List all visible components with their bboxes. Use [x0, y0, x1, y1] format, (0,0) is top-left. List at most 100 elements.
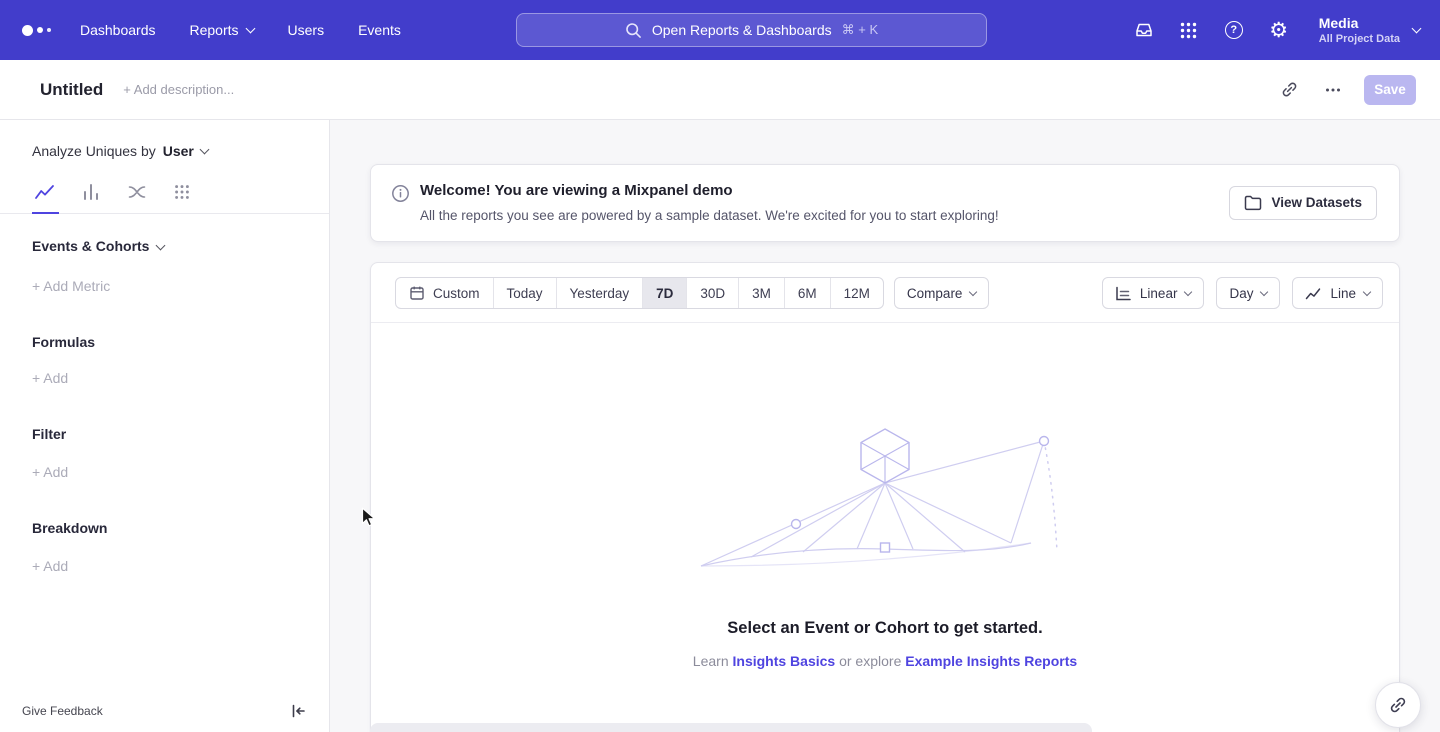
global-search[interactable]: Open Reports & Dashboards ⌘ + K [516, 13, 987, 47]
chevron-down-icon [1260, 288, 1268, 296]
collapse-sidebar-icon[interactable] [289, 702, 307, 720]
settings-gear-icon[interactable]: ⚙ [1268, 19, 1290, 41]
tab-line-chart-icon[interactable] [34, 182, 55, 202]
main-content: Welcome! You are viewing a Mixpanel demo… [330, 120, 1440, 732]
range-label: 6M [798, 286, 817, 301]
tab-bar-chart-icon[interactable] [81, 182, 101, 202]
compare-button[interactable]: Compare [894, 277, 990, 309]
empty-state: Select an Event or Cohort to get started… [371, 323, 1399, 669]
gear-glyph: ⚙ [1269, 20, 1288, 41]
folder-icon [1244, 195, 1262, 211]
range-label: 30D [700, 286, 725, 301]
chevron-down-icon [156, 240, 166, 250]
add-formula-button[interactable]: + Add [32, 370, 68, 386]
filter-section: Filter [32, 426, 329, 442]
nav-label: Events [358, 22, 401, 38]
nav-dashboards[interactable]: Dashboards [80, 22, 156, 38]
view-datasets-label: View Datasets [1271, 195, 1362, 210]
chevron-down-icon [969, 288, 977, 296]
project-scope: All Project Data [1319, 32, 1400, 46]
analyze-row: Analyze Uniques by User [32, 143, 329, 159]
tab-grid-icon[interactable] [173, 183, 191, 201]
report-title[interactable]: Untitled [40, 80, 103, 100]
events-cohorts-section[interactable]: Events & Cohorts [32, 238, 329, 254]
header-actions: Save [1276, 75, 1416, 105]
tabs-divider [0, 213, 329, 214]
primary-nav: Dashboards Reports Users Events [80, 22, 401, 38]
project-name: Media [1319, 15, 1400, 32]
empty-state-illustration [695, 425, 1075, 577]
banner-body: All the reports you see are powered by a… [420, 206, 999, 225]
query-builder-sidebar: Analyze Uniques by User Events & Cohorts… [0, 120, 330, 732]
chevron-down-icon [1184, 288, 1192, 296]
mixpanel-logo[interactable] [22, 25, 66, 36]
chevron-down-icon [199, 144, 209, 154]
logo-dot [47, 28, 51, 32]
line-chart-icon [1305, 286, 1322, 301]
calendar-icon [409, 285, 425, 301]
project-switcher[interactable]: Media All Project Data [1319, 15, 1420, 46]
date-range-yesterday[interactable]: Yesterday [556, 278, 643, 308]
welcome-banner: Welcome! You are viewing a Mixpanel demo… [370, 164, 1400, 242]
search-shortcut: ⌘ + K [842, 22, 879, 38]
top-nav-right: ? ⚙ Media All Project Data [1133, 0, 1420, 60]
breakdown-section: Breakdown [32, 520, 329, 536]
scale-dropdown[interactable]: Linear [1102, 277, 1205, 309]
nav-label: Reports [190, 22, 239, 38]
tab-flows-icon[interactable] [127, 182, 147, 202]
share-link-fab[interactable] [1375, 682, 1421, 728]
add-breakdown-button[interactable]: + Add [32, 558, 68, 574]
copy-link-icon[interactable] [1276, 77, 1302, 103]
help-icon[interactable]: ? [1223, 19, 1245, 41]
link-icon [1388, 695, 1408, 715]
range-label: 3M [752, 286, 771, 301]
date-range-3m[interactable]: 3M [738, 278, 784, 308]
date-range-7d[interactable]: 7D [642, 278, 686, 308]
help-circle: ? [1225, 21, 1243, 39]
linear-scale-icon [1115, 286, 1132, 301]
empty-state-links: Learn Insights Basics or explore Example… [371, 653, 1399, 669]
report-toolbar: Custom Today Yesterday 7D 30D 3M 6M 12M … [371, 263, 1399, 323]
logo-dot [37, 27, 43, 33]
chart-type-dropdown[interactable]: Line [1292, 277, 1383, 309]
insights-basics-link[interactable]: Insights Basics [733, 653, 836, 669]
info-icon [391, 184, 410, 203]
nav-reports[interactable]: Reports [190, 22, 254, 38]
interval-dropdown[interactable]: Day [1216, 277, 1280, 309]
date-range-custom[interactable]: Custom [396, 278, 493, 308]
add-metric-button[interactable]: + Add Metric [32, 278, 110, 294]
add-description[interactable]: + Add description... [123, 82, 234, 97]
chart-type-label: Line [1330, 286, 1356, 301]
nav-users[interactable]: Users [288, 22, 325, 38]
give-feedback-link[interactable]: Give Feedback [22, 704, 103, 718]
add-filter-button[interactable]: + Add [32, 464, 68, 480]
or-explore-text: or explore [839, 653, 901, 669]
date-range-30d[interactable]: 30D [686, 278, 738, 308]
top-navbar: Dashboards Reports Users Events Open Rep… [0, 0, 1440, 60]
chart-type-tabs [34, 179, 329, 205]
inbox-icon[interactable] [1133, 19, 1155, 41]
chevron-down-icon [1363, 288, 1371, 296]
date-range-12m[interactable]: 12M [830, 278, 883, 308]
apps-grid-icon[interactable] [1178, 19, 1200, 41]
save-button[interactable]: Save [1364, 75, 1416, 105]
section-label: Events & Cohorts [32, 238, 149, 254]
banner-title: Welcome! You are viewing a Mixpanel demo [420, 180, 999, 201]
logo-dot [22, 25, 33, 36]
interval-label: Day [1229, 286, 1253, 301]
nav-events[interactable]: Events [358, 22, 401, 38]
range-label: 7D [656, 286, 673, 301]
next-section-top-edge [370, 723, 1092, 732]
formulas-section: Formulas [32, 334, 329, 350]
search-icon [625, 22, 642, 39]
example-insights-reports-link[interactable]: Example Insights Reports [905, 653, 1077, 669]
date-range-6m[interactable]: 6M [784, 278, 830, 308]
analyze-value-dropdown[interactable]: User [163, 143, 208, 159]
date-range-segmented-control: Custom Today Yesterday 7D 30D 3M 6M 12M [395, 277, 884, 309]
chevron-down-icon [1412, 23, 1422, 33]
view-datasets-button[interactable]: View Datasets [1229, 186, 1377, 220]
date-range-today[interactable]: Today [493, 278, 556, 308]
project-text: Media All Project Data [1319, 15, 1400, 46]
more-options-icon[interactable] [1320, 77, 1346, 103]
scale-label: Linear [1140, 286, 1178, 301]
